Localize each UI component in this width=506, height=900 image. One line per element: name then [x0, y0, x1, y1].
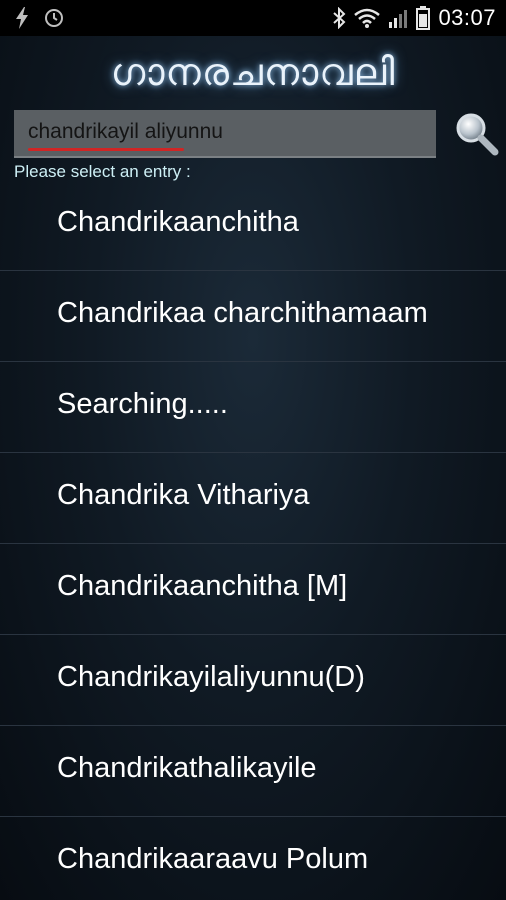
- bluetooth-icon: [332, 7, 346, 29]
- list-item-label: Chandrikayilaliyunnu(D): [57, 661, 365, 693]
- spellcheck-underline: [28, 148, 184, 151]
- battery-icon: [416, 6, 431, 30]
- list-item[interactable]: Chandrikaaraavu Polum: [0, 817, 506, 900]
- list-item[interactable]: Searching.....: [0, 362, 506, 453]
- list-item[interactable]: Chandrikayilaliyunnu(D): [0, 635, 506, 726]
- list-item-label: Chandrikaaraavu Polum: [57, 843, 369, 875]
- flash-icon: [14, 7, 30, 29]
- status-bar-right: 03:07: [332, 5, 496, 31]
- list-item[interactable]: Chandrikathalikayile: [0, 726, 506, 817]
- app-logo: ഗാനരചനാവലി: [110, 50, 396, 94]
- signal-icon: [388, 8, 408, 28]
- search-button[interactable]: [452, 110, 500, 158]
- entry-list: Chandrikaanchitha Chandrikaa charchitham…: [0, 180, 506, 900]
- list-item[interactable]: Chandrikaanchitha [M]: [0, 544, 506, 635]
- list-item-label: Searching.....: [57, 388, 228, 420]
- status-bar-left: [14, 7, 64, 29]
- select-entry-prompt: Please select an entry :: [14, 162, 191, 181]
- status-bar: 03:07: [0, 0, 506, 36]
- search-field[interactable]: chandrikayil aliyunnu: [14, 110, 436, 158]
- clock-time: 03:07: [438, 5, 496, 30]
- wifi-icon: [354, 8, 381, 28]
- list-item-label: Chandrikathalikayile: [57, 752, 317, 784]
- list-item-label: Chandrikaa charchithamaam: [57, 297, 428, 329]
- list-item-label: Chandrika Vithariya: [57, 479, 310, 511]
- app-screen: ഗാനരചനാവലി chandrikayil aliyunnu Please …: [0, 36, 506, 900]
- list-item[interactable]: Chandrikaa charchithamaam: [0, 271, 506, 362]
- search-icon: [456, 113, 499, 156]
- alarm-icon: [44, 8, 64, 28]
- list-item-label: Chandrikaanchitha [M]: [57, 570, 348, 602]
- list-item[interactable]: Chandrikaanchitha: [0, 180, 506, 271]
- search-input[interactable]: chandrikayil aliyunnu: [28, 120, 223, 144]
- list-item-label: Chandrikaanchitha: [57, 206, 299, 238]
- list-item[interactable]: Chandrika Vithariya: [0, 453, 506, 544]
